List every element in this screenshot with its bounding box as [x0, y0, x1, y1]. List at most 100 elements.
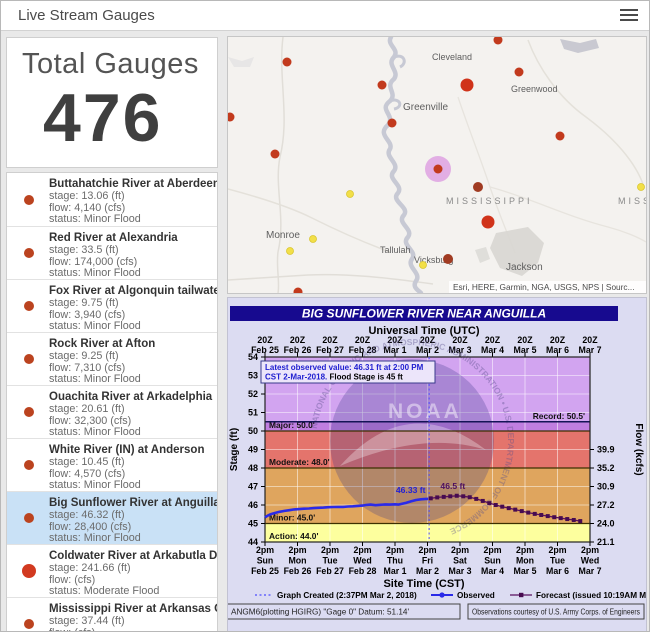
gauge-status-dot [24, 301, 34, 311]
gauge-status-dot [24, 354, 34, 364]
gauge-detail-line: stage: 13.06 (ft) [49, 191, 213, 203]
svg-text:46: 46 [248, 500, 258, 510]
gauge-list-item[interactable]: Buttahatchie River at Aberdeenstage: 13.… [7, 173, 217, 226]
map-place-label: Cleveland [432, 52, 472, 62]
map-marker-red-large[interactable] [482, 216, 495, 229]
svg-text:20Z: 20Z [485, 335, 501, 345]
right-axis-title: Flow (kcfs) [633, 423, 644, 475]
svg-text:2pm: 2pm [451, 545, 469, 555]
gauge-detail-line: stage: 9.25 (ft) [49, 351, 213, 363]
map-place-label: Monroe [266, 230, 300, 241]
latest-observed-info-box: Latest observed value: 46.31 ft at 2:00 … [261, 361, 435, 383]
map-marker-red-large[interactable] [461, 79, 474, 92]
gauge-detail-line: stage: 37.44 (ft) [49, 616, 213, 628]
svg-text:Sun: Sun [484, 556, 501, 566]
map-marker-red[interactable] [556, 132, 565, 141]
svg-text:Mar 7: Mar 7 [579, 566, 602, 576]
svg-text:Mon: Mon [288, 556, 306, 566]
svg-text:24.0: 24.0 [597, 519, 615, 529]
svg-text:Sun: Sun [257, 556, 274, 566]
svg-text:NOAA: NOAA [388, 400, 462, 423]
map-marker-yellow[interactable] [287, 248, 294, 255]
svg-text:Observed: Observed [457, 591, 495, 600]
gauge-status-dot [24, 248, 34, 258]
svg-text:20Z: 20Z [290, 335, 306, 345]
chart-legend: Graph Created (2:37PM Mar 2, 2018) Observ… [255, 591, 646, 600]
svg-text:20Z: 20Z [550, 335, 566, 345]
forecast-peak-label: 46.5 ft [440, 481, 465, 491]
gauge-status-dot [22, 564, 36, 578]
gauge-list-item[interactable]: Coldwater River at Arkabutla Damstage: 2… [7, 544, 217, 597]
gauge-list-item[interactable]: Rock River at Aftonstage: 9.25 (ft)flow:… [7, 332, 217, 385]
hamburger-menu-icon[interactable] [620, 9, 638, 23]
gauge-list-item[interactable]: Mississippi River at Arkansas Citystage:… [7, 597, 217, 632]
svg-text:2pm: 2pm [548, 545, 566, 555]
gauge-status-dot [24, 407, 34, 417]
gauge-list[interactable]: Buttahatchie River at Aberdeenstage: 13.… [6, 172, 218, 632]
map-place-label: Greenville [403, 102, 448, 113]
page-title: Live Stream Gauges [18, 7, 155, 24]
map-attribution-bar: Esri, HERE, Garmin, NGA, USGS, NPS | Sou… [449, 281, 646, 293]
map-place-labels: Cleveland Greenwood Greenville Monroe Tallul… [266, 52, 646, 273]
svg-text:Feb 26: Feb 26 [284, 566, 312, 576]
svg-text:2pm: 2pm [353, 545, 371, 555]
svg-text:Latest observed value: 46.31 f: Latest observed value: 46.31 ft at 2:00 … [265, 363, 424, 372]
gauge-status-dot [24, 195, 34, 205]
map-marker-yellow[interactable] [420, 262, 427, 269]
map-marker-red[interactable] [283, 58, 292, 67]
svg-text:Forecast (issued 10:19AM Mar 2: Forecast (issued 10:19AM Mar 2) [536, 591, 646, 600]
svg-text:45: 45 [248, 519, 258, 529]
map-marker-dark-red[interactable] [443, 254, 453, 264]
svg-text:Feb 25: Feb 25 [251, 566, 279, 576]
total-gauges-card: Total Gauges 476 [6, 37, 218, 168]
map-marker-red[interactable] [228, 113, 235, 122]
map-marker-yellow[interactable] [347, 191, 354, 198]
svg-text:2pm: 2pm [483, 545, 501, 555]
gauge-detail-line: status: Minor Flood [49, 214, 213, 226]
map-place-label: Tallulah [380, 245, 411, 255]
chart-title: BIG SUNFLOWER RIVER NEAR ANGUILLA [302, 307, 546, 321]
total-gauges-label: Total Gauges [22, 48, 217, 81]
map-marker-red[interactable] [388, 119, 397, 128]
svg-text:48: 48 [248, 463, 258, 473]
map-marker-red[interactable] [494, 37, 503, 45]
svg-text:Mar 4: Mar 4 [481, 566, 504, 576]
map-place-label: MISSISSIPPI [446, 196, 533, 206]
svg-text:2pm: 2pm [418, 545, 436, 555]
gauge-list-item[interactable]: Big Sunflower River at Anguillastage: 46… [7, 491, 217, 544]
svg-text:2pm: 2pm [288, 545, 306, 555]
gauge-status-dot [24, 619, 34, 629]
svg-text:Graph Created (2:37PM Mar 2, 2: Graph Created (2:37PM Mar 2, 2018) [277, 591, 417, 600]
left-axis-title: Stage (ft) [229, 428, 240, 471]
map-marker-red[interactable] [271, 150, 280, 159]
map-marker-red[interactable] [378, 81, 387, 90]
gauge-detail-line: flow: (cfs) [49, 628, 213, 632]
map-marker-dark-red[interactable] [473, 182, 483, 192]
svg-text:20Z: 20Z [322, 335, 338, 345]
gauge-status-dot [24, 460, 34, 470]
observed-value-label: 46.33 ft [396, 485, 426, 495]
gauge-list-item[interactable]: Ouachita River at Arkadelphiastage: 20.6… [7, 385, 217, 438]
svg-text:Sat: Sat [453, 556, 467, 566]
gauge-detail-line: stage: 46.32 (ft) [49, 510, 213, 522]
hydrograph-panel: BIG SUNFLOWER RIVER NEAR ANGUILLAUnivers… [227, 297, 647, 632]
svg-text:47: 47 [248, 482, 258, 492]
map-marker-red[interactable] [294, 288, 303, 294]
svg-text:50: 50 [248, 426, 258, 436]
map-place-label: Greenwood [511, 84, 558, 94]
gauge-list-item[interactable]: Red River at Alexandriastage: 33.5 (ft)f… [7, 226, 217, 279]
map-marker-selected[interactable] [434, 165, 443, 174]
map-marker-yellow[interactable] [638, 184, 645, 191]
hydrograph-chart: BIG SUNFLOWER RIVER NEAR ANGUILLAUnivers… [228, 298, 646, 632]
svg-text:2pm: 2pm [581, 545, 599, 555]
map-canvas[interactable]: Cleveland Greenwood Greenville Monroe Tallul… [227, 36, 647, 294]
gauge-detail-line: stage: 10.45 (ft) [49, 457, 213, 469]
svg-text:27.2: 27.2 [597, 500, 615, 510]
live-stream-gauges-app: Live Stream Gauges Total Gauges 476 Butt… [0, 0, 650, 632]
svg-text:30.9: 30.9 [597, 482, 615, 492]
map-marker-yellow[interactable] [310, 236, 317, 243]
map-marker-red[interactable] [515, 68, 524, 77]
svg-text:Mar 2: Mar 2 [416, 566, 439, 576]
gauge-list-item[interactable]: White River (IN) at Andersonstage: 10.45… [7, 438, 217, 491]
gauge-list-item[interactable]: Fox River at Algonquin tailwaterstage: 9… [7, 279, 217, 332]
